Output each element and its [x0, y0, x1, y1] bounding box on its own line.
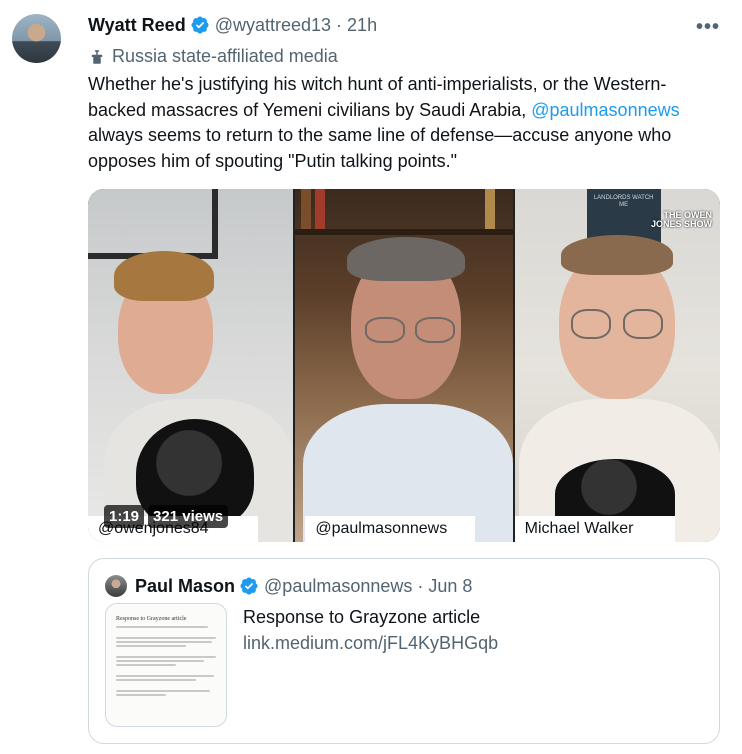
thumb-line	[116, 675, 214, 677]
show-logo: THE OWEN JONES SHOW	[650, 210, 712, 229]
thumb-line	[116, 637, 216, 639]
quoted-tweet-header: Paul Mason @paulmasonnews · Jun 8	[105, 575, 472, 597]
person-hair	[114, 251, 214, 301]
link-card-url[interactable]: link.medium.com/jFL4KyBHGqb	[243, 633, 498, 654]
state-media-text: Russia state-affiliated media	[112, 46, 338, 66]
glasses	[570, 309, 611, 339]
wall-frame	[88, 189, 218, 259]
article-thumbnail: Response to Grayzone article	[105, 603, 227, 727]
verified-badge-icon	[240, 577, 258, 595]
more-icon[interactable]: •••	[696, 16, 720, 39]
name-tag-paul: @paulmasonnews	[305, 516, 476, 542]
name-tag-text: @paulmasonnews	[315, 520, 448, 537]
bookshelf	[295, 229, 513, 235]
video-duration: 1:19	[104, 505, 145, 528]
video-badges: 1:19 321 views	[104, 505, 229, 528]
thumb-line	[116, 664, 176, 666]
tweet-text: Whether he's justifying his witch hunt o…	[88, 72, 718, 174]
author-avatar[interactable]	[12, 14, 61, 63]
quoted-author-avatar	[105, 575, 127, 597]
video-panel-right: LANDLORDS WATCH ME THE OWEN JONES SHOW M…	[514, 189, 720, 542]
thumb-line	[116, 645, 186, 647]
thumb-line	[116, 694, 166, 696]
glasses	[365, 317, 406, 343]
book	[301, 189, 312, 229]
thumb-line	[116, 660, 204, 662]
mention-link[interactable]: @paulmasonnews	[531, 100, 679, 120]
podium-icon	[91, 49, 103, 64]
thumb-line	[116, 626, 208, 628]
video-panel-left: @owenjones84	[88, 189, 294, 542]
quoted-tweet-date: Jun 8	[428, 575, 473, 596]
thumb-line	[116, 679, 196, 681]
thumb-line	[116, 690, 210, 692]
state-media-label[interactable]: Russia state-affiliated media	[88, 46, 338, 67]
tweet-text-part2: always seems to return to the same line …	[88, 125, 672, 171]
poster-text: LANDLORDS WATCH ME	[593, 195, 654, 208]
glasses	[415, 317, 456, 343]
person-hair	[347, 237, 466, 281]
verified-badge-icon	[191, 16, 209, 34]
author-name[interactable]: Wyatt Reed	[88, 15, 186, 36]
thumb-line	[116, 641, 212, 643]
tweet-header: Wyatt Reed @wyattreed13 · 21h	[88, 13, 722, 37]
book	[485, 189, 496, 229]
thumb-line	[116, 656, 216, 658]
quoted-author-name: Paul Mason	[135, 575, 236, 596]
tweet-timestamp[interactable]: 21h	[347, 15, 377, 36]
quoted-author-handle: @paulmasonnews	[264, 575, 413, 596]
link-card-title[interactable]: Response to Grayzone article	[243, 607, 480, 628]
name-tag-michael: Michael Walker	[514, 516, 675, 542]
separator-dot: ·	[417, 575, 424, 596]
video-panel-center: @paulmasonnews	[295, 189, 513, 542]
person-hair	[560, 235, 673, 275]
glasses	[622, 309, 663, 339]
separator-dot: ·	[336, 14, 343, 35]
video-views: 321 views	[148, 505, 229, 528]
book	[315, 189, 326, 229]
quoted-tweet[interactable]: Paul Mason @paulmasonnews · Jun 8 Respon…	[88, 558, 720, 744]
video-player[interactable]: @owenjones84 @paulmasonnews LANDLORDS WA…	[88, 189, 720, 542]
name-tag-text: Michael Walker	[524, 520, 634, 537]
thumbnail-title: Response to Grayzone article	[116, 616, 187, 622]
author-handle[interactable]: @wyattreed13	[215, 15, 331, 36]
